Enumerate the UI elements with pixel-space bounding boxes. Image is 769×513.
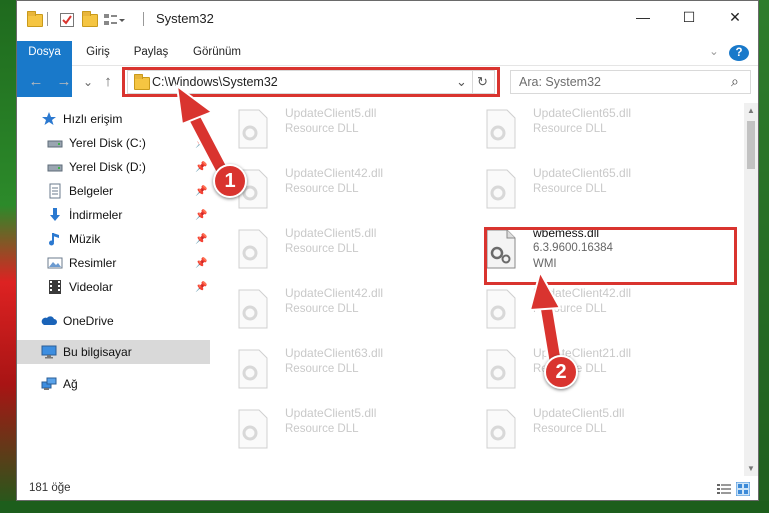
arrow-1 xyxy=(175,83,234,186)
annotation-badge-2: 2 xyxy=(544,355,578,389)
arrow-2 xyxy=(528,269,564,374)
annotation-badge-1: 1 xyxy=(213,164,247,198)
annotation-arrows xyxy=(175,83,564,374)
